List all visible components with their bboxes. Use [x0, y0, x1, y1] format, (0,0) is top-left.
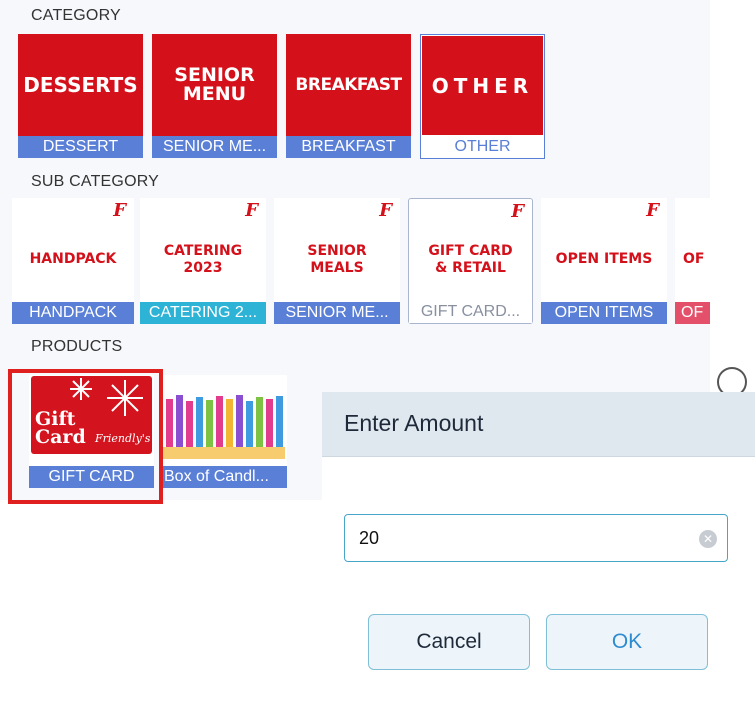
sub-category-art: SENIOR MEALS	[307, 242, 367, 277]
sub-category-art: HANDPACK	[29, 251, 117, 268]
products-heading: PRODUCTS	[31, 338, 123, 355]
category-label: SENIOR ME...	[152, 136, 277, 158]
candles-icon	[162, 395, 285, 459]
sub-category-tile-partial[interactable]: OF & R OF	[675, 198, 710, 324]
sub-category-tile-gift-card-retail[interactable]: F GIFT CARD & RETAIL GIFT CARD...	[408, 198, 533, 324]
friendlys-logo-icon: F	[379, 200, 392, 221]
sub-category-art: OF & R	[683, 251, 710, 268]
sub-category-tile-handpack[interactable]: F HANDPACK HANDPACK	[12, 198, 134, 324]
dialog-title: Enter Amount	[344, 410, 484, 436]
sub-category-art: OPEN ITEMS	[555, 251, 653, 268]
sub-category-heading: SUB CATEGORY	[31, 173, 160, 190]
friendlys-logo-icon: F	[245, 200, 258, 221]
category-art: OTHER	[422, 36, 543, 135]
sub-category-label: OPEN ITEMS	[541, 302, 667, 324]
category-tile-senior-menu[interactable]: SENIOR MENU SENIOR ME...	[152, 34, 277, 158]
friendlys-logo-icon: F	[511, 201, 524, 222]
sub-category-tile-catering-2023[interactable]: F CATERING 2023 CATERING 2...	[140, 198, 266, 324]
ok-button[interactable]: OK	[546, 614, 708, 670]
category-tile-breakfast[interactable]: BREAKFAST BREAKFAST	[286, 34, 411, 158]
category-label: OTHER	[421, 135, 544, 158]
category-label: DESSERT	[18, 136, 143, 158]
sub-category-art: CATERING 2023	[163, 242, 243, 277]
product-label: Box of Candl...	[160, 466, 287, 488]
sub-category-label: HANDPACK	[12, 302, 134, 324]
sub-category-label: SENIOR ME...	[274, 302, 400, 324]
category-heading: CATEGORY	[31, 7, 121, 24]
friendlys-logo-icon: F	[646, 200, 659, 221]
enter-amount-dialog: Enter Amount 20 ✕ Cancel OK	[322, 392, 755, 702]
sub-category-tile-open-items[interactable]: F OPEN ITEMS OPEN ITEMS	[541, 198, 667, 324]
dialog-header: Enter Amount	[322, 392, 755, 457]
product-tile-box-of-candles[interactable]: Box of Candl...	[160, 375, 287, 488]
amount-input[interactable]: 20 ✕	[344, 514, 728, 562]
clear-input-icon[interactable]: ✕	[699, 530, 717, 548]
category-tile-desserts[interactable]: DESSERTS DESSERT	[18, 34, 143, 158]
sub-category-tile-senior-meals[interactable]: F SENIOR MEALS SENIOR ME...	[274, 198, 400, 324]
sub-category-label: CATERING 2...	[140, 302, 266, 324]
amount-value: 20	[359, 528, 380, 548]
category-art: DESSERTS	[18, 34, 143, 136]
sub-category-art: GIFT CARD & RETAIL	[428, 242, 513, 277]
category-label: BREAKFAST	[286, 136, 411, 158]
selection-highlight	[8, 369, 163, 504]
cancel-button[interactable]: Cancel	[368, 614, 530, 670]
sub-category-label: OF	[675, 302, 710, 324]
sub-category-label: GIFT CARD...	[409, 301, 532, 323]
friendlys-logo-icon: F	[113, 200, 126, 221]
category-art: SENIOR MENU	[152, 34, 277, 136]
category-tile-other[interactable]: OTHER OTHER	[420, 34, 545, 159]
category-art: BREAKFAST	[286, 34, 411, 136]
